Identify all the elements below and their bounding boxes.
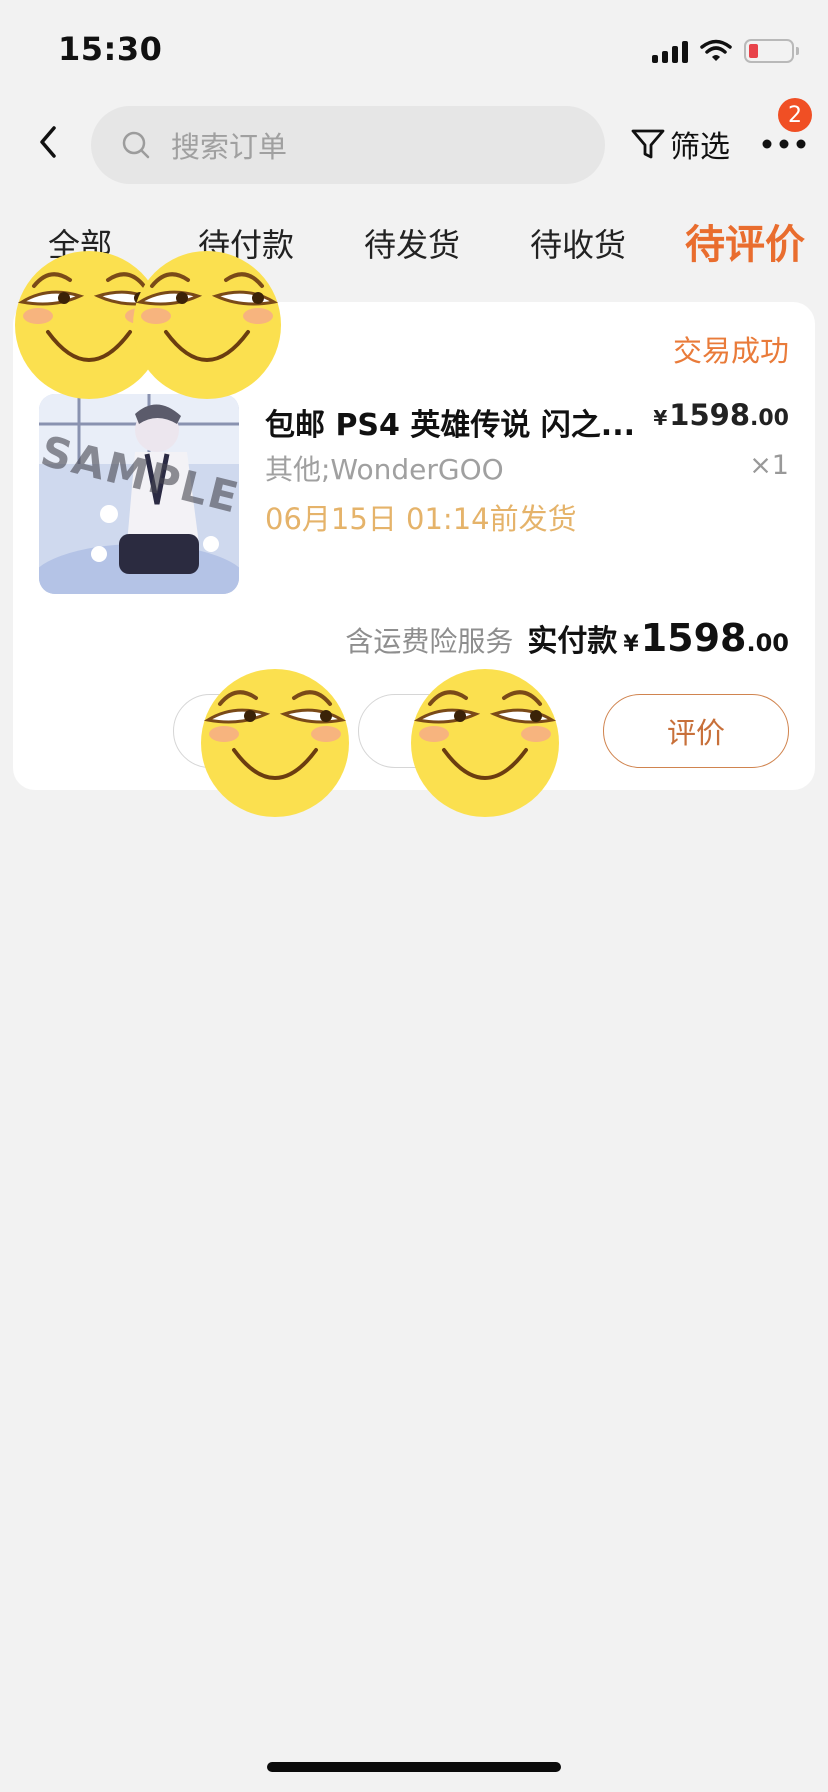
review-button[interactable]: 评价 [603,694,789,768]
search-placeholder: 搜索订单 [171,130,288,164]
back-button[interactable] [28,118,68,166]
status-icons [652,36,799,66]
order-status: 交易成功 [672,334,789,368]
nav-bar: 搜索订单 筛选 2 [0,96,828,192]
signal-icon [652,39,688,63]
unit-price-decimal: .00 [750,406,789,431]
paid-integer: 1598 [640,616,747,660]
unit-price-integer: 1598 [669,398,751,432]
product-quantity: ×1 [749,450,789,481]
product-spec: 其他;WonderGOO [265,453,504,486]
filter-funnel-icon [631,129,665,159]
filter-button[interactable]: 筛选 [630,120,730,168]
payment-summary: 含运费险服务 实付款 ¥ 1598 .00 [345,616,789,660]
product-thumbnail[interactable]: SAMPLE [39,394,239,594]
paid-label: 实付款 [527,624,618,659]
shipping-insurance-label: 含运费险服务 [345,625,514,658]
tab-pending-receipt[interactable]: 待收货 [530,220,626,266]
battery-low-icon [744,39,799,63]
status-time: 15:30 [58,30,163,68]
paid-decimal: .00 [746,629,789,657]
search-icon [122,131,150,159]
ship-deadline: 06月15日 01:14前发货 [265,502,577,536]
product-title[interactable]: 包邮 PS4 英雄传说 闪之... [265,400,645,444]
emoji-sticker [132,250,282,400]
tab-pending-review[interactable]: 待评价 [685,212,805,270]
filter-label: 筛选 [670,130,730,165]
more-dots-icon [762,139,806,149]
unit-price: ¥ 1598 .00 [653,398,789,432]
emoji-sticker [410,668,560,818]
emoji-sticker [200,668,350,818]
notification-badge: 2 [778,98,812,132]
tab-pending-shipment[interactable]: 待发货 [364,220,460,266]
paid-currency: ¥ [623,632,639,657]
search-input[interactable]: 搜索订单 [91,106,605,184]
battery-level [749,44,758,58]
unit-price-currency: ¥ [653,406,668,430]
status-bar: 15:30 [0,0,828,96]
home-indicator[interactable] [267,1762,561,1772]
wifi-icon [700,39,732,61]
back-chevron-icon [40,126,56,158]
